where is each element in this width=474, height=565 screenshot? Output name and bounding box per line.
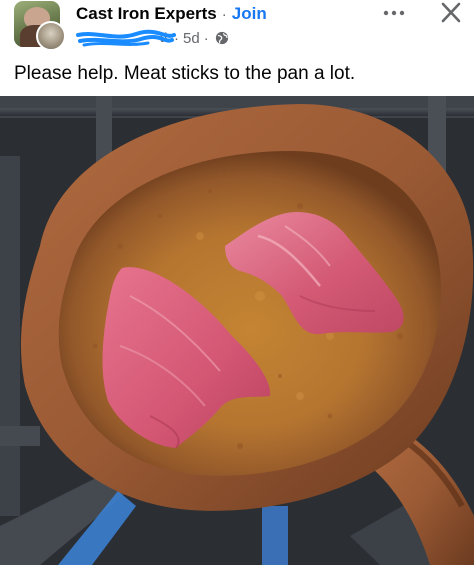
- post-time[interactable]: 5d: [183, 30, 200, 47]
- redaction-scribble: [76, 29, 176, 47]
- avatar-stack[interactable]: [14, 1, 66, 51]
- globe-icon: [215, 31, 228, 45]
- group-line: Cast Iron Experts · Join: [76, 3, 267, 25]
- group-name-link[interactable]: Cast Iron Experts: [76, 4, 217, 24]
- photo-pan-with-meat: [0, 96, 474, 565]
- post-text: Please help. Meat sticks to the pan a lo…: [14, 63, 356, 84]
- post-photo[interactable]: [0, 96, 474, 565]
- more-horizontal-icon[interactable]: [380, 4, 408, 22]
- close-icon[interactable]: [438, 0, 464, 26]
- meta-separator: ·: [203, 29, 209, 47]
- separator-dot: ·: [221, 5, 227, 23]
- post-header: Cast Iron Experts · Join tt · 5d ·: [0, 0, 474, 56]
- post-meta: tt · 5d ·: [76, 28, 229, 48]
- join-button[interactable]: Join: [232, 4, 267, 24]
- user-avatar[interactable]: [36, 21, 66, 51]
- author-name-redacted[interactable]: tt: [76, 29, 176, 47]
